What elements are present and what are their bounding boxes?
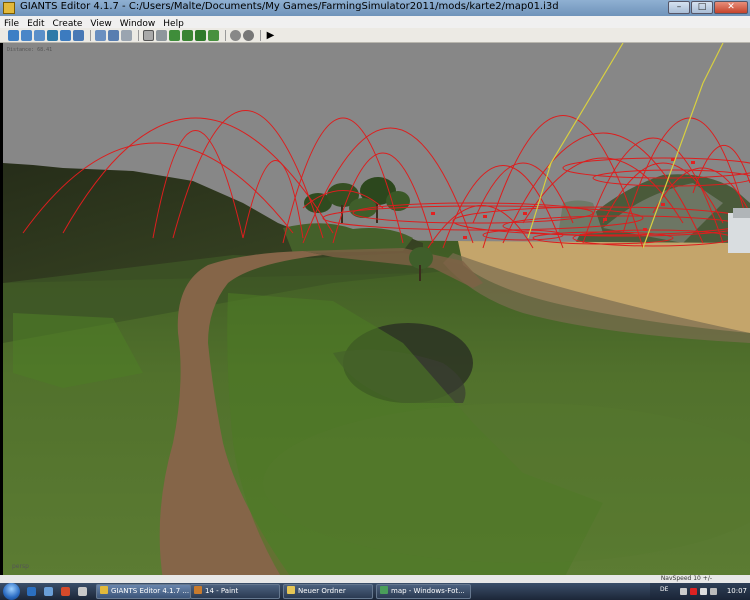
maximize-button[interactable]: □ — [691, 1, 713, 14]
save-as-icon[interactable] — [73, 29, 84, 41]
save-icon[interactable] — [60, 29, 71, 41]
start-button[interactable] — [3, 583, 20, 600]
undo-icon[interactable] — [108, 29, 119, 41]
giants-app-icon — [3, 2, 15, 14]
photo-viewer-icon — [380, 586, 388, 594]
new-file-icon[interactable] — [8, 29, 19, 41]
toolbar-separator — [260, 29, 261, 41]
distance-readout: Distance: 68.41 — [7, 47, 53, 53]
move-mode-icon[interactable] — [156, 29, 167, 41]
quick-launch-explorer-icon[interactable] — [44, 587, 53, 596]
tray-network-icon[interactable] — [700, 588, 707, 595]
giants-icon — [100, 586, 108, 594]
toolbar-separator — [138, 29, 139, 41]
menu-bar: File Edit Create View Window Help — [0, 16, 750, 29]
window-title: GIANTS Editor 4.1.7 - C:/Users/Malte/Doc… — [20, 1, 559, 12]
quick-launch-desktop-icon[interactable] — [27, 587, 36, 596]
open-file-icon[interactable] — [21, 29, 32, 41]
close-button[interactable]: ✕ — [714, 1, 748, 14]
export-icon[interactable] — [47, 29, 58, 41]
task-folder[interactable]: Neuer Ordner — [283, 584, 373, 599]
system-tray: DE 10:07 — [650, 583, 750, 600]
tray-volume-icon[interactable] — [710, 588, 717, 595]
render-mode-icon[interactable] — [243, 29, 254, 41]
tree-paint-icon[interactable] — [208, 29, 219, 41]
toolbar-separator — [225, 29, 226, 41]
navspeed-label: NavSpeed 10 +/- — [660, 575, 712, 582]
scene-render — [3, 43, 750, 580]
task-giants-editor[interactable]: GIANTS Editor 4.1.7 ... — [96, 584, 191, 599]
paint-icon — [194, 586, 202, 594]
task-paint[interactable]: 14 - Paint — [190, 584, 280, 599]
task-label: 14 - Paint — [205, 587, 239, 595]
task-label: Neuer Ordner — [298, 587, 346, 595]
taskbar-clock[interactable]: 10:07 — [727, 587, 747, 595]
task-label: map - Windows-Fot... — [391, 587, 465, 595]
select-mode-icon[interactable] — [143, 29, 154, 41]
toolbar: ▶ — [0, 28, 750, 43]
language-indicator[interactable]: DE — [660, 586, 668, 593]
redo-icon[interactable] — [121, 29, 132, 41]
tray-arrow-icon[interactable] — [680, 588, 687, 595]
play-icon[interactable]: ▶ — [265, 30, 276, 41]
folder-icon — [287, 586, 295, 594]
import-icon[interactable] — [34, 29, 45, 41]
3d-viewport[interactable]: Distance: 68.41 persp — [3, 43, 750, 580]
windows-taskbar: GIANTS Editor 4.1.7 ... 14 - Paint Neuer… — [0, 583, 750, 600]
grass-paint-icon[interactable] — [195, 29, 206, 41]
title-bar: GIANTS Editor 4.1.7 - C:/Users/Malte/Doc… — [0, 0, 750, 16]
quick-launch-expand-icon[interactable] — [78, 587, 87, 596]
terrain-paint-icon[interactable] — [169, 29, 180, 41]
toolbar-separator — [90, 29, 91, 41]
task-label: GIANTS Editor 4.1.7 ... — [111, 587, 190, 595]
task-photo-viewer[interactable]: map - Windows-Fot... — [376, 584, 471, 599]
farm-buildings — [728, 208, 750, 253]
refresh-icon[interactable] — [95, 29, 106, 41]
camera-label: persp — [12, 563, 29, 570]
physics-icon[interactable] — [230, 29, 241, 41]
tray-security-icon[interactable] — [690, 588, 697, 595]
quick-launch-browser-icon[interactable] — [61, 587, 70, 596]
status-bar: NavSpeed 10 +/- — [0, 575, 750, 583]
window-controls: – □ ✕ — [668, 1, 748, 14]
minimize-button[interactable]: – — [668, 1, 690, 14]
foliage-paint-icon[interactable] — [182, 29, 193, 41]
